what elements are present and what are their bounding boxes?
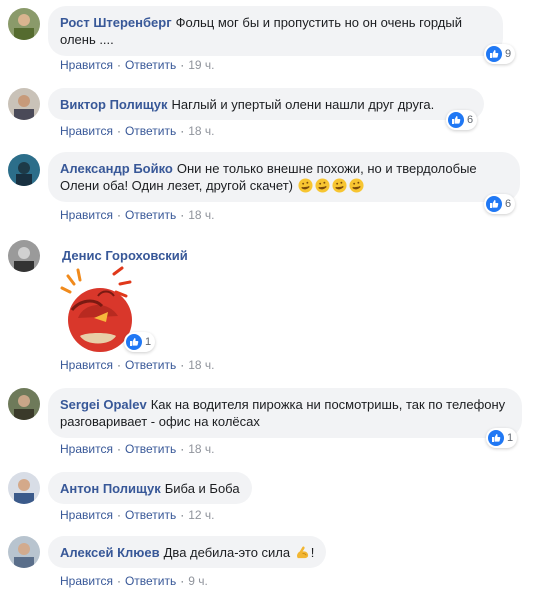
comment-author[interactable]: Алексей Клюев [60,545,160,560]
reply-link[interactable]: Ответить [125,442,176,456]
comment-actions: Нравится · Ответить · 12 ч. [60,508,215,522]
comment-time[interactable]: 19 ч. [188,58,214,72]
comment-author[interactable]: Антон Полищук [60,481,161,496]
comment-actions: Нравится · Ответить · 18 ч. [60,124,215,138]
like-link[interactable]: Нравится [60,58,113,72]
comment-author[interactable]: Денис Гороховский [62,248,188,263]
avatar[interactable] [8,88,40,120]
comment-text: Наглый и упертый олени нашли друг друга. [171,97,435,112]
rofl-emoji [315,178,330,193]
reply-link[interactable]: Ответить [125,208,176,222]
reaction-count[interactable]: 1 [124,332,156,352]
comment-time[interactable]: 18 ч. [188,208,214,222]
reply-link[interactable]: Ответить [125,574,176,588]
comment-time[interactable]: 18 ч. [188,358,214,372]
like-icon [126,334,142,350]
comment-time[interactable]: 12 ч. [188,508,214,522]
angry-bird-sticker [58,266,134,352]
comment-text: Биба и Боба [164,481,240,496]
reply-link[interactable]: Ответить [125,508,176,522]
like-link[interactable]: Нравится [60,508,113,522]
avatar[interactable] [8,536,40,568]
like-link[interactable]: Нравится [60,442,113,456]
reaction-number: 6 [467,114,474,126]
like-icon [448,112,464,128]
reply-link[interactable]: Ответить [125,358,176,372]
comment-time[interactable]: 18 ч. [188,124,214,138]
comment-bubble: Антон Полищук Биба и Боба [48,472,252,504]
reply-link[interactable]: Ответить [125,124,176,138]
comment-bubble: Sergei Opalev Как на водителя пирожка ни … [48,388,522,438]
comment-author[interactable]: Виктор Полищук [60,97,168,112]
comment-bubble: Виктор Полищук Наглый и упертый олени наш… [48,88,484,120]
comment-actions: Нравится · Ответить · 19 ч. [60,58,215,72]
comment-actions: Нравится · Ответить · 18 ч. [60,208,215,222]
reaction-count[interactable]: 6 [484,194,516,214]
reaction-number: 9 [505,48,512,60]
comment-bubble: Алексей Клюев Два дебила-это сила ! [48,536,327,568]
avatar[interactable] [8,154,40,186]
comment-bubble: Рост Штеренберг Фольц мог бы и пропустить… [48,6,503,56]
comment-text-end: ! [310,545,315,560]
avatar[interactable] [8,388,40,420]
like-link[interactable]: Нравится [60,574,113,588]
avatar[interactable] [8,472,40,504]
like-link[interactable]: Нравится [60,124,113,138]
rofl-emoji [332,178,347,193]
comment-author[interactable]: Sergei Opalev [60,397,147,412]
rofl-emoji [349,178,364,193]
reaction-number: 1 [507,432,514,444]
like-link[interactable]: Нравится [60,358,113,372]
avatar[interactable] [8,8,40,40]
like-link[interactable]: Нравится [60,208,113,222]
comment-author[interactable]: Рост Штеренберг [60,15,172,30]
comment-text: Два дебила-это сила [163,545,291,560]
flexed-biceps-emoji [295,545,310,560]
like-icon [486,196,502,212]
reaction-count[interactable]: 6 [446,110,478,130]
comment-bubble: Александр Бойко Они не только внешне похо… [48,152,520,202]
reply-link[interactable]: Ответить [125,58,176,72]
reaction-number: 1 [145,336,152,348]
comment-actions: Нравится · Ответить · 9 ч. [60,574,208,588]
comment-time[interactable]: 9 ч. [188,574,208,588]
like-icon [488,430,504,446]
rofl-emoji [298,178,313,193]
reaction-count[interactable]: 9 [484,44,516,64]
like-icon [486,46,502,62]
avatar[interactable] [8,240,40,272]
comment-time[interactable]: 18 ч. [188,442,214,456]
comment-author[interactable]: Александр Бойко [60,161,173,176]
reaction-number: 6 [505,198,512,210]
reaction-count[interactable]: 1 [486,428,518,448]
comment-actions: Нравится · Ответить · 18 ч. [60,358,215,372]
comment-actions: Нравится · Ответить · 18 ч. [60,442,215,456]
